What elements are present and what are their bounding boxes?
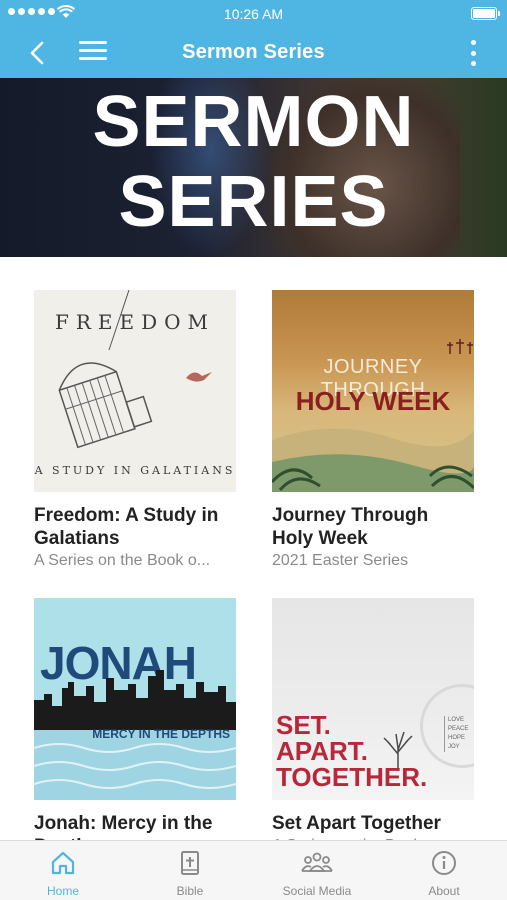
series-card-jonah[interactable]: JONAH MERCY IN THE DEPTHS Jonah: Mercy i… [34, 598, 236, 859]
status-time: 10:26 AM [223, 6, 284, 22]
page-title: Sermon Series [182, 41, 325, 63]
series-artwork-jonah[interactable]: JONAH MERCY IN THE DEPTHS [34, 598, 236, 800]
tab-label: Social Media [282, 884, 352, 898]
tab-label: Bible [176, 884, 204, 898]
artwork-footer: A STUDY IN GALATIANS [34, 464, 236, 477]
series-artwork-set-apart-together[interactable]: LOVE PEACE HOPE JOY SET. APART. TOGETHER… [272, 598, 474, 800]
artwork-line1: SET. [276, 710, 331, 740]
hero-title-line1: SERMON [92, 82, 415, 162]
series-subtitle: 2021 Easter Series [272, 552, 409, 569]
series-artwork-holy-week[interactable]: JOURNEY THROUGH HOLY WEEK [272, 290, 474, 492]
tab-bible[interactable]: Bible [127, 841, 253, 900]
more-vertical-icon[interactable] [469, 40, 477, 66]
tab-social-media[interactable]: Social Media [254, 841, 380, 900]
tab-label: Home [46, 884, 79, 898]
tab-label: About [428, 884, 460, 898]
artwork-word: JOY [448, 744, 460, 750]
home-icon [51, 851, 75, 875]
series-artwork-freedom[interactable]: FREEDOM A STUDY IN GALATIANS [34, 290, 236, 492]
series-title[interactable]: Set Apart Together [272, 812, 474, 835]
artwork-word: PEACE [448, 726, 469, 732]
bird-icon [186, 372, 212, 382]
series-card-holy-week[interactable]: JOURNEY THROUGH HOLY WEEK Journey Throug… [272, 290, 474, 571]
artwork-line2: APART. [276, 736, 368, 766]
hero-title: SERMON SERIES [0, 82, 507, 242]
artwork-word: LOVE [448, 717, 465, 723]
artwork-tagline: MERCY IN THE DEPTHS [92, 727, 230, 741]
tab-bar: Home Bible Social Media About [0, 840, 507, 900]
artwork-headline: SET. APART. TOGETHER. [276, 712, 427, 790]
artwork-word: HOPE [448, 735, 466, 741]
status-bar: 10:26 AM [0, 0, 507, 28]
navigation-bar: Sermon Series [0, 28, 507, 78]
people-icon [301, 852, 333, 872]
bible-icon [181, 851, 199, 875]
artwork-line3: TOGETHER. [276, 762, 428, 792]
series-card-freedom[interactable]: FREEDOM A STUDY IN GALATIANS Freedom: A … [34, 290, 236, 571]
series-card-set-apart-together[interactable]: LOVE PEACE HOPE JOY SET. APART. TOGETHER… [272, 598, 474, 856]
tab-about[interactable]: About [381, 841, 507, 900]
tab-home[interactable]: Home [0, 841, 126, 900]
city-skyline [34, 670, 236, 800]
hero-title-line2: SERIES [118, 162, 389, 242]
hero-banner: SERMON SERIES [0, 78, 507, 257]
series-subtitle: A Series on the Book o... [34, 552, 211, 569]
desert-hills [272, 428, 474, 492]
birdcage-icon [58, 290, 153, 449]
info-icon [432, 851, 456, 875]
series-title[interactable]: Freedom: A Study in Galatians [34, 504, 236, 550]
artwork-words: LOVE PEACE HOPE JOY [444, 716, 468, 752]
series-title[interactable]: Journey Through Holy Week [272, 504, 474, 550]
battery-icon [471, 7, 500, 20]
